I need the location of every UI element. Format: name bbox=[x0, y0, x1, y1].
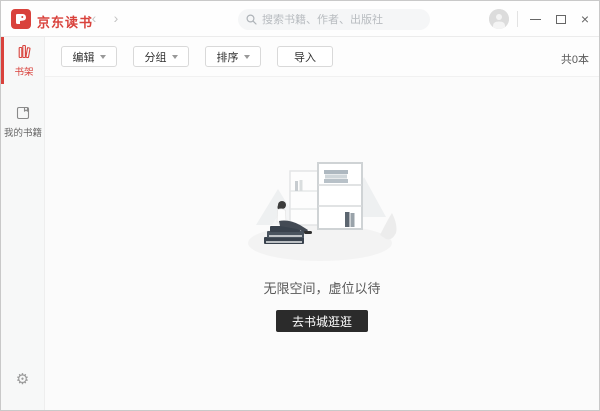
sidebar-item-my-books[interactable]: 我的书籍 bbox=[1, 98, 44, 145]
settings-gear-icon[interactable]: ⚙ bbox=[1, 370, 44, 388]
maximize-icon bbox=[556, 14, 566, 24]
forward-icon[interactable]: › bbox=[108, 10, 124, 26]
app-title: 京东读书 bbox=[37, 15, 94, 30]
group-button-label: 分组 bbox=[144, 51, 167, 64]
group-button[interactable]: 分组 bbox=[133, 46, 189, 67]
empty-state: 无限空间，虚位以待 去书城逛逛 bbox=[212, 143, 432, 332]
close-icon: × bbox=[580, 11, 590, 27]
sidebar-item-label: 书架 bbox=[14, 67, 34, 78]
sidebar: 书架 我的书籍 ⚙ bbox=[1, 37, 45, 410]
maximize-button[interactable] bbox=[549, 1, 573, 37]
back-icon[interactable]: ‹ bbox=[86, 10, 102, 26]
sidebar-item-bookshelf[interactable]: 书架 bbox=[1, 37, 44, 84]
search-icon bbox=[246, 14, 257, 25]
empty-state-message: 无限空间，虚位以待 bbox=[263, 281, 381, 296]
sort-button[interactable]: 排序 bbox=[205, 46, 261, 67]
search-box[interactable] bbox=[238, 9, 430, 30]
dropdown-arrow-icon bbox=[99, 54, 106, 59]
empty-bookshelf-illustration bbox=[248, 162, 397, 261]
bookshelf-icon bbox=[18, 44, 31, 59]
sort-button-label: 排序 bbox=[216, 51, 239, 64]
import-button[interactable]: 导入 bbox=[277, 46, 333, 67]
book-count-label: 共0本 bbox=[560, 54, 589, 66]
minimize-button[interactable] bbox=[523, 1, 547, 37]
bookshelf-content: 无限空间，虚位以待 去书城逛逛 bbox=[45, 77, 599, 410]
go-to-bookstore-button[interactable]: 去书城逛逛 bbox=[276, 310, 368, 332]
edit-button-label: 编辑 bbox=[72, 51, 95, 64]
app-window: 京东读书 ‹ › × bbox=[0, 0, 600, 411]
shelf-toolbar: 编辑 分组 排序 导入 共0本 bbox=[45, 37, 599, 77]
avatar-icon[interactable] bbox=[489, 9, 509, 29]
sidebar-item-label: 我的书籍 bbox=[3, 128, 42, 139]
minimize-icon bbox=[529, 18, 541, 20]
edit-button[interactable]: 编辑 bbox=[61, 46, 117, 67]
dropdown-arrow-icon bbox=[171, 54, 178, 59]
search-input[interactable] bbox=[262, 13, 422, 26]
titlebar: 京东读书 ‹ › × bbox=[1, 1, 599, 37]
my-books-icon bbox=[16, 106, 29, 120]
import-button-label: 导入 bbox=[294, 51, 316, 64]
dropdown-arrow-icon bbox=[243, 54, 250, 59]
titlebar-divider bbox=[517, 11, 518, 27]
jd-logo-icon[interactable] bbox=[11, 9, 31, 29]
close-button[interactable]: × bbox=[573, 1, 597, 37]
